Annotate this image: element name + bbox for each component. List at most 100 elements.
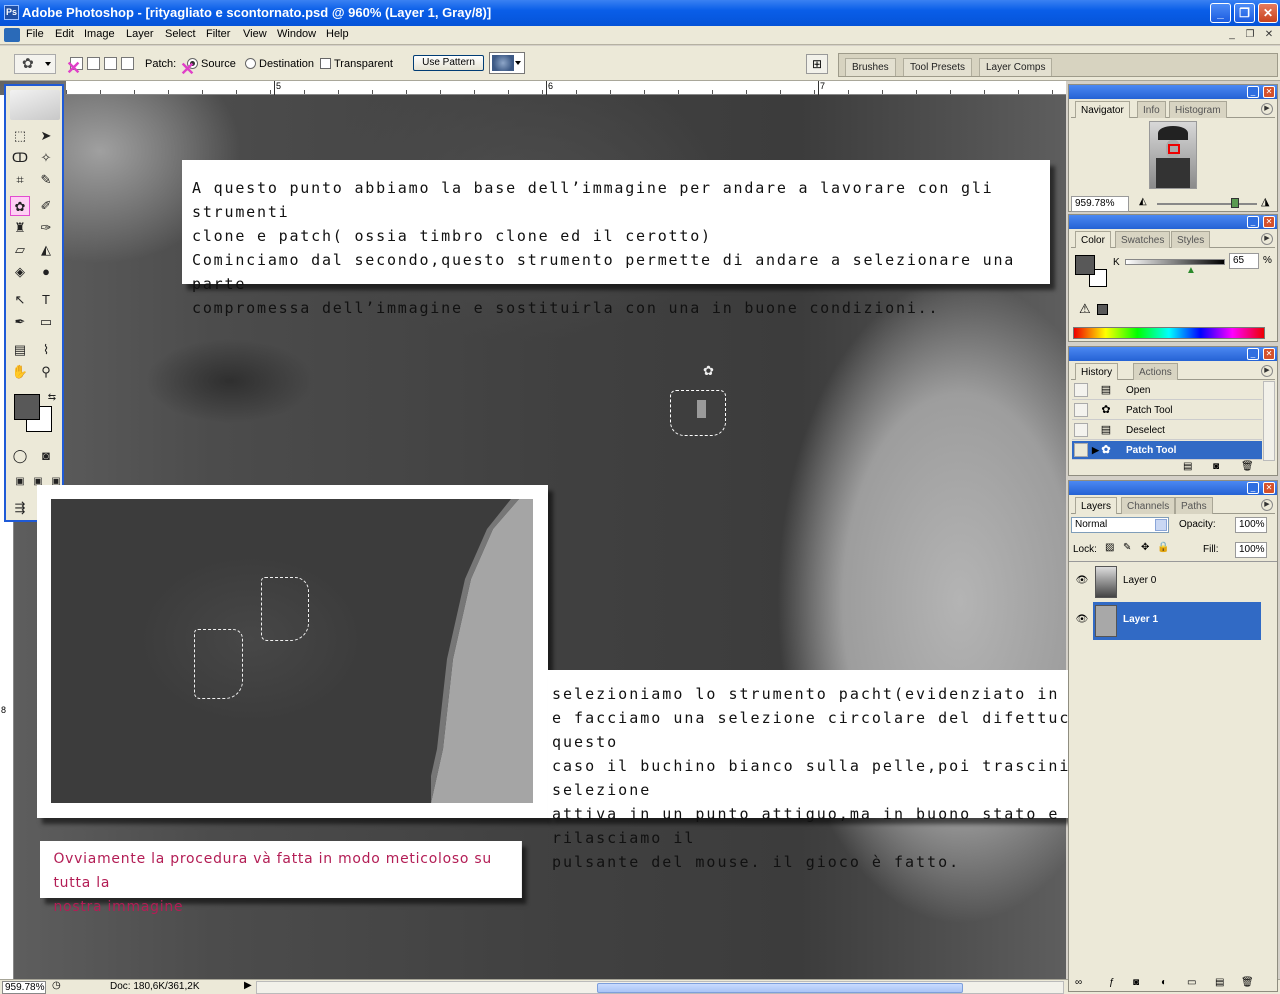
snapshot-checkbox[interactable]	[1074, 403, 1088, 417]
menu-select[interactable]: Select	[165, 28, 196, 40]
status-icon[interactable]: ◷	[52, 980, 61, 991]
patch-selection-marquee[interactable]	[670, 390, 726, 436]
clone-stamp-tool-icon[interactable]: ♜	[10, 218, 30, 238]
menu-edit[interactable]: Edit	[55, 28, 74, 40]
history-item-selected[interactable]: ▶ ✿ Patch Tool	[1072, 441, 1262, 460]
tab-navigator[interactable]: Navigator	[1075, 101, 1130, 118]
path-selection-tool-icon[interactable]: ↖	[10, 290, 30, 310]
zoom-out-icon[interactable]: ◭	[1139, 196, 1147, 207]
tab-actions[interactable]: Actions	[1133, 363, 1178, 380]
tab-styles[interactable]: Styles	[1171, 231, 1211, 248]
snapshot-checkbox[interactable]	[1074, 423, 1088, 437]
screen-mode-standard-icon[interactable]: ▣	[10, 472, 30, 492]
trash-icon[interactable]: 🗑	[1241, 461, 1254, 472]
history-item[interactable]: ▤ Open	[1072, 381, 1262, 400]
scrollbar-thumb[interactable]	[597, 983, 963, 993]
eyedropper-tool-icon[interactable]: ⌇	[36, 340, 56, 360]
layer-row-selected[interactable]: Layer 1	[1093, 602, 1261, 640]
zoom-in-icon[interactable]: ◮	[1261, 195, 1269, 208]
close-icon[interactable]: ✕	[1263, 348, 1275, 360]
doc-restore-button[interactable]: ❐	[1242, 28, 1258, 42]
status-menu-arrow-icon[interactable]: ▶	[244, 980, 252, 991]
type-tool-icon[interactable]: T	[36, 290, 56, 310]
history-item[interactable]: ▤ Deselect	[1072, 421, 1262, 440]
adjustment-layer-icon[interactable]: ◐	[1161, 977, 1167, 988]
minimize-icon[interactable]: _	[1247, 348, 1259, 360]
move-tool-icon[interactable]: ➤	[36, 126, 56, 146]
menu-image[interactable]: Image	[84, 28, 115, 40]
layer-row[interactable]: Layer 0	[1093, 563, 1261, 601]
intersect-selection-icon[interactable]	[121, 57, 134, 70]
marquee-tool-icon[interactable]: ⬚	[10, 126, 30, 146]
history-brush-tool-icon[interactable]: ✑	[36, 218, 56, 238]
navigator-view-box[interactable]	[1168, 144, 1180, 154]
add-selection-icon[interactable]	[87, 57, 100, 70]
lasso-tool-icon[interactable]: ↀ	[10, 148, 30, 168]
tab-channels[interactable]: Channels	[1121, 497, 1176, 514]
new-document-from-state-icon[interactable]: ▤	[1183, 461, 1192, 472]
hand-tool-icon[interactable]: ✋	[10, 362, 30, 382]
pattern-picker[interactable]	[489, 52, 525, 74]
paint-bucket-tool-icon[interactable]: ◭	[36, 240, 56, 260]
palette-well-icon[interactable]: ⊞	[806, 54, 828, 74]
tab-paths[interactable]: Paths	[1175, 497, 1213, 514]
dock-tab-brushes[interactable]: Brushes	[845, 58, 896, 76]
dock-tab-tool-presets[interactable]: Tool Presets	[903, 58, 973, 76]
use-pattern-button[interactable]: Use Pattern	[413, 55, 484, 71]
tab-swatches[interactable]: Swatches	[1115, 231, 1171, 248]
swap-colors-icon[interactable]: ⇆	[42, 388, 62, 408]
eye-icon[interactable]: 👁	[1075, 614, 1089, 628]
tab-color[interactable]: Color	[1075, 231, 1111, 248]
patch-tool-icon[interactable]: ✿	[10, 196, 30, 216]
tab-layers[interactable]: Layers	[1075, 497, 1118, 514]
foreground-color-swatch[interactable]	[14, 394, 40, 420]
document-icon[interactable]	[4, 28, 20, 42]
minimize-icon[interactable]: _	[1247, 216, 1259, 228]
color-ramp[interactable]	[1073, 327, 1265, 339]
brush-tool-icon[interactable]: ✐	[36, 196, 56, 216]
doc-minimize-button[interactable]: _	[1224, 28, 1240, 42]
palette-menu-icon[interactable]: ▶	[1261, 233, 1273, 245]
tab-histogram[interactable]: Histogram	[1169, 101, 1227, 118]
layer-style-icon[interactable]: ƒ	[1109, 977, 1115, 988]
crop-tool-icon[interactable]: ⌗	[10, 170, 30, 190]
doc-close-button[interactable]: ✕	[1261, 28, 1277, 42]
destination-radio[interactable]	[245, 58, 256, 69]
zoom-tool-icon[interactable]: ⚲	[36, 362, 56, 382]
notes-tool-icon[interactable]: ▤	[10, 340, 30, 360]
dock-tab-layer-comps[interactable]: Layer Comps	[979, 58, 1053, 76]
status-zoom-field[interactable]: 959.78%	[2, 981, 46, 994]
menu-help[interactable]: Help	[326, 28, 349, 40]
dodge-tool-icon[interactable]: ●	[36, 262, 56, 282]
subtract-selection-icon[interactable]	[104, 57, 117, 70]
k-value-field[interactable]: 65	[1229, 253, 1259, 269]
color-fg-swatch[interactable]	[1075, 255, 1095, 275]
history-scrollbar[interactable]	[1263, 381, 1275, 461]
close-button[interactable]: ✕	[1258, 3, 1278, 23]
restore-button[interactable]: ❐	[1234, 3, 1255, 23]
standard-mode-icon[interactable]: ◯	[10, 446, 30, 466]
new-group-icon[interactable]: ▭	[1187, 977, 1196, 988]
palette-menu-icon[interactable]: ▶	[1261, 499, 1273, 511]
menu-layer[interactable]: Layer	[126, 28, 154, 40]
palette-menu-icon[interactable]: ▶	[1261, 365, 1273, 377]
blend-mode-select[interactable]: Normal	[1071, 517, 1169, 533]
tab-history[interactable]: History	[1075, 363, 1119, 380]
layer-mask-icon[interactable]: ◙	[1133, 977, 1139, 988]
link-layers-icon[interactable]: ∞	[1075, 977, 1082, 988]
magic-wand-tool-icon[interactable]: ✧	[36, 148, 56, 168]
close-icon[interactable]: ✕	[1263, 482, 1275, 494]
blur-tool-icon[interactable]: ◈	[10, 262, 30, 282]
menu-window[interactable]: Window	[277, 28, 316, 40]
zoom-slider-knob[interactable]	[1230, 198, 1239, 208]
new-layer-icon[interactable]: ▤	[1215, 977, 1224, 988]
tab-info[interactable]: Info	[1137, 101, 1166, 118]
k-slider-knob[interactable]: ▲	[1186, 265, 1196, 276]
out-of-gamut-warning-icon[interactable]: ⚠	[1079, 301, 1091, 317]
trash-icon[interactable]: 🗑	[1241, 977, 1254, 988]
minimize-icon[interactable]: _	[1247, 482, 1259, 494]
slice-tool-icon[interactable]: ✎	[36, 170, 56, 190]
new-snapshot-icon[interactable]: ◙	[1213, 461, 1219, 472]
palette-menu-icon[interactable]: ▶	[1261, 103, 1273, 115]
quick-mask-mode-icon[interactable]: ◙	[36, 446, 56, 466]
